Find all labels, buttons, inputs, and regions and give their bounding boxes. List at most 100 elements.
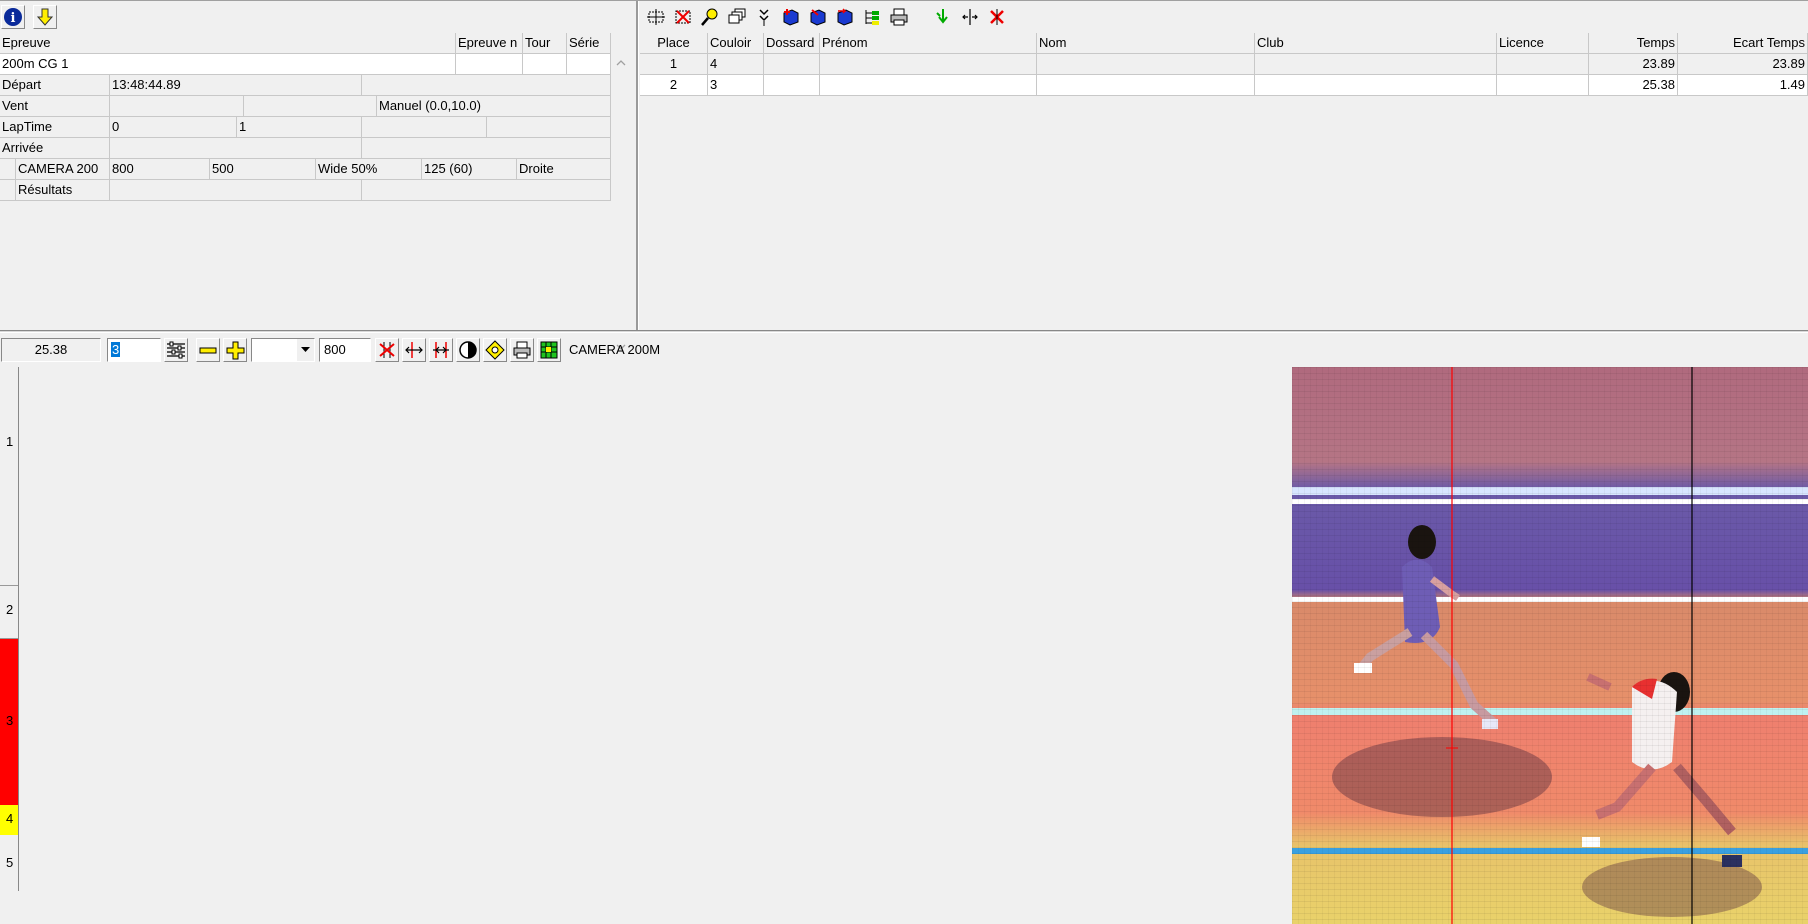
lane-label-3: 3 bbox=[6, 713, 14, 728]
header-epreuve[interactable]: Epreuve bbox=[0, 33, 456, 54]
col-header-ecart-temps[interactable]: Ecart Temps bbox=[1678, 33, 1808, 54]
col-header-nom[interactable]: Nom bbox=[1037, 33, 1255, 54]
cell-licence[interactable] bbox=[1497, 54, 1589, 75]
cell-ecart-temps[interactable]: 1.49 bbox=[1678, 75, 1808, 96]
cell-temps[interactable]: 25.38 bbox=[1589, 75, 1678, 96]
lane-label-2[interactable]: 2 bbox=[0, 602, 18, 617]
check-arrow-button[interactable] bbox=[931, 5, 955, 29]
cursor-input[interactable]: 3 bbox=[107, 338, 161, 362]
tree-button[interactable] bbox=[860, 5, 884, 29]
copy-windows-button[interactable] bbox=[725, 5, 749, 29]
cell-dossard[interactable] bbox=[764, 75, 820, 96]
lane-divider bbox=[0, 585, 18, 586]
cell-place[interactable]: 1 bbox=[640, 54, 708, 75]
depart-extra-cell[interactable] bbox=[362, 75, 611, 96]
grid-icon bbox=[540, 341, 558, 359]
depart-time-cell[interactable]: 13:48:44.89 bbox=[110, 75, 362, 96]
add-book-button[interactable] bbox=[779, 5, 803, 29]
camera-value-4[interactable]: 125 (60) bbox=[422, 159, 517, 180]
camera-value-5[interactable]: Droite bbox=[517, 159, 611, 180]
laptime-cell-3[interactable] bbox=[362, 117, 487, 138]
camera-value-1[interactable]: 800 bbox=[110, 159, 210, 180]
dropdown-arrow[interactable] bbox=[297, 339, 314, 361]
print-button[interactable] bbox=[887, 5, 911, 29]
col-header-club[interactable]: Club bbox=[1255, 33, 1497, 54]
arrivee-cell-2[interactable] bbox=[362, 138, 611, 159]
info-button[interactable]: i bbox=[1, 5, 25, 29]
cursor-input-value: 3 bbox=[111, 342, 121, 357]
laptime-cell-2[interactable]: 1 bbox=[237, 117, 362, 138]
send-book-button[interactable] bbox=[833, 5, 857, 29]
arrivee-cell-1[interactable] bbox=[110, 138, 362, 159]
col-header-dossard[interactable]: Dossard bbox=[764, 33, 820, 54]
expand-down-button[interactable] bbox=[752, 5, 776, 29]
split-lines-icon bbox=[433, 342, 449, 358]
lane-label-1[interactable]: 1 bbox=[0, 434, 18, 449]
results-cell-2[interactable] bbox=[362, 180, 611, 201]
cell-nom[interactable] bbox=[1037, 54, 1255, 75]
col-header-prenom[interactable]: Prénom bbox=[820, 33, 1037, 54]
split-lines-button[interactable] bbox=[429, 338, 453, 362]
close-red-button[interactable] bbox=[985, 5, 1009, 29]
lane-ruler[interactable]: 1 2 3 4 5 bbox=[0, 367, 19, 891]
brightness-button[interactable] bbox=[483, 338, 507, 362]
move-lines-button[interactable] bbox=[402, 338, 426, 362]
grid-button[interactable] bbox=[537, 338, 561, 362]
contrast-button[interactable] bbox=[456, 338, 480, 362]
lane-label-5[interactable]: 5 bbox=[0, 855, 18, 870]
horizontal-splitter[interactable] bbox=[0, 330, 1808, 333]
header-epreuve-n[interactable]: Epreuve n bbox=[456, 33, 523, 54]
photo-finish-picture bbox=[1292, 367, 1808, 924]
results-row-label[interactable]: Résultats bbox=[16, 180, 110, 201]
zoom-button[interactable] bbox=[698, 5, 722, 29]
vent-mode-cell[interactable]: Manuel (0.0,10.0) bbox=[377, 96, 611, 117]
clear-lines-button[interactable] bbox=[375, 338, 399, 362]
col-header-temps[interactable]: Temps bbox=[1589, 33, 1678, 54]
cell-nom[interactable] bbox=[1037, 75, 1255, 96]
cell-club[interactable] bbox=[1255, 54, 1497, 75]
settings-list-button[interactable] bbox=[164, 338, 188, 362]
event-tour-cell[interactable] bbox=[523, 54, 567, 75]
laptime-cell-1[interactable]: 0 bbox=[110, 117, 237, 138]
select-area-button[interactable] bbox=[644, 5, 668, 29]
header-serie[interactable]: Série bbox=[567, 33, 611, 54]
zoom-out-button[interactable] bbox=[196, 338, 220, 362]
col-header-licence[interactable]: Licence bbox=[1497, 33, 1589, 54]
row-label-depart: Départ bbox=[0, 75, 110, 96]
print-image-button[interactable] bbox=[510, 338, 534, 362]
lane-3-highlight[interactable]: 3 bbox=[0, 639, 18, 805]
laptime-cell-4[interactable] bbox=[487, 117, 611, 138]
cell-dossard[interactable] bbox=[764, 54, 820, 75]
cell-licence[interactable] bbox=[1497, 75, 1589, 96]
camera-value-3[interactable]: Wide 50% bbox=[316, 159, 422, 180]
cell-club[interactable] bbox=[1255, 75, 1497, 96]
edit-book-button[interactable] bbox=[806, 5, 830, 29]
cell-ecart-temps[interactable]: 23.89 bbox=[1678, 54, 1808, 75]
width-input[interactable]: 800 bbox=[319, 338, 371, 362]
cell-place[interactable]: 2 bbox=[640, 75, 708, 96]
col-header-place[interactable]: Place bbox=[640, 33, 708, 54]
camera-name-cell[interactable]: CAMERA 200 bbox=[16, 159, 110, 180]
vent-cell-1[interactable] bbox=[110, 96, 244, 117]
cell-prenom[interactable] bbox=[820, 54, 1037, 75]
event-table-scrollbar[interactable] bbox=[612, 54, 629, 360]
zoom-in-button[interactable] bbox=[223, 338, 247, 362]
lane-4-highlight[interactable]: 4 bbox=[0, 805, 18, 835]
download-button[interactable] bbox=[33, 5, 57, 29]
event-number-cell[interactable] bbox=[456, 54, 523, 75]
cell-prenom[interactable] bbox=[820, 75, 1037, 96]
col-header-couloir[interactable]: Couloir bbox=[708, 33, 764, 54]
header-tour[interactable]: Tour bbox=[523, 33, 567, 54]
vent-cell-2[interactable] bbox=[244, 96, 377, 117]
zoom-dropdown[interactable] bbox=[251, 338, 315, 362]
results-cell-1[interactable] bbox=[110, 180, 362, 201]
cell-couloir[interactable]: 3 bbox=[708, 75, 764, 96]
camera-value-2[interactable]: 500 bbox=[210, 159, 316, 180]
cell-temps[interactable]: 23.89 bbox=[1589, 54, 1678, 75]
event-serie-cell[interactable] bbox=[567, 54, 611, 75]
split-button[interactable] bbox=[958, 5, 982, 29]
cell-couloir[interactable]: 4 bbox=[708, 54, 764, 75]
delete-area-button[interactable] bbox=[671, 5, 695, 29]
photo-finish-image[interactable] bbox=[1292, 367, 1808, 924]
event-name-cell[interactable]: 200m CG 1 bbox=[0, 54, 456, 75]
